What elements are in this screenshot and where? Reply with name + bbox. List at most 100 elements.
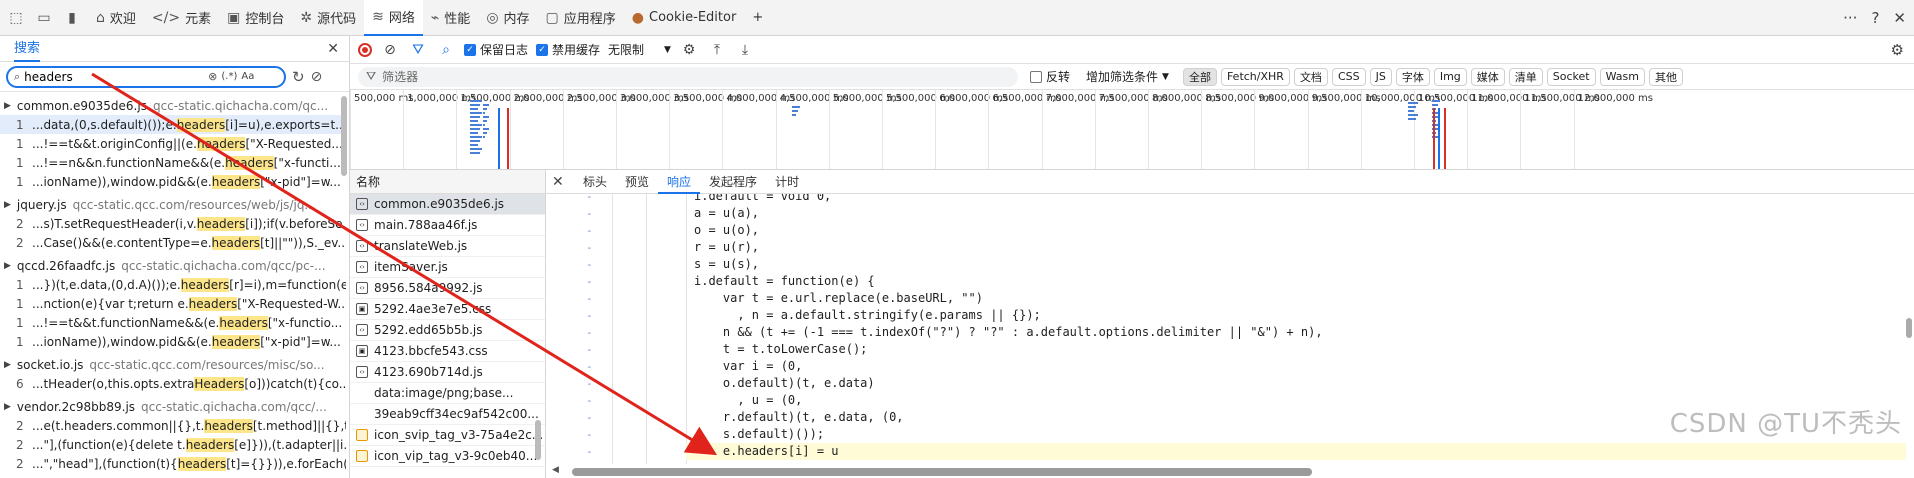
tab-code[interactable]: </> 元素 <box>144 0 219 36</box>
clear-results-icon[interactable]: ⊘ <box>311 69 323 85</box>
details-tab[interactable]: 发起程序 <box>700 170 766 194</box>
request-row[interactable]: ‹› itemSaver.js <box>350 257 545 278</box>
more-filters-dropdown[interactable]: 增加筛选条件 ▼ <box>1086 68 1169 85</box>
clear-log-icon[interactable]: ⊘ <box>380 42 400 58</box>
result-row[interactable]: 2 ..."],(function(e){delete t.headers[e]}… <box>0 435 346 454</box>
request-row[interactable]: ‹› main.788aa46f.js <box>350 215 545 236</box>
record-button[interactable] <box>358 42 372 57</box>
request-row[interactable]: icon_vip_tag_v3-9c0eb40... <box>350 446 545 467</box>
more-icon[interactable]: ··· <box>1843 9 1857 27</box>
disable-cache-checkbox[interactable]: ✓ 禁用缓存 <box>536 41 600 58</box>
code-horizontal-scrollbar[interactable]: ◀ <box>552 464 1914 478</box>
expand-triangle-icon[interactable]: ▶ <box>4 261 11 271</box>
network-conditions-icon[interactable]: ⚙ <box>679 42 699 58</box>
request-row[interactable]: ‹› translateWeb.js <box>350 236 545 257</box>
details-tab[interactable]: 标头 <box>574 170 616 194</box>
tab-wifi[interactable]: ≋ 网络 <box>364 0 423 36</box>
code-vertical-scrollbar[interactable] <box>1906 318 1912 338</box>
clear-search-icon[interactable]: ⊗ <box>208 70 217 83</box>
result-row[interactable]: 1 ...!==t&&t.functionName&&(e.headers["x-… <box>0 313 346 332</box>
tab-memory[interactable]: ◎ 内存 <box>478 0 537 36</box>
request-row[interactable]: ‹› 8956.584a9992.js <box>350 278 545 299</box>
result-file-header[interactable]: ▶ vendor.2c98bb89.js qcc-static.qichacha.c… <box>0 397 346 416</box>
result-file-header[interactable]: ▶ qccd.26faadfc.js qcc-static.qichacha.com… <box>0 256 346 275</box>
result-row[interactable]: 1 ...ionName)),window.pid&&(e.headers["x-… <box>0 332 346 351</box>
case-toggle[interactable]: Aa <box>241 71 254 82</box>
request-list-scrollbar[interactable] <box>535 420 541 460</box>
filter-chip[interactable]: Wasm <box>1599 67 1645 86</box>
result-row[interactable]: 2 ...s)T.setRequestHeader(i,v.headers[i])… <box>0 214 346 233</box>
result-file-header[interactable]: ▶ jquery.js qcc-static.qcc.com/resources/w… <box>0 195 346 214</box>
filter-chip[interactable]: 媒体 <box>1470 67 1505 86</box>
refresh-icon[interactable]: ↻ <box>292 68 305 86</box>
result-file-header[interactable]: ▶ common.e9035de6.js qcc-static.qichacha.c… <box>0 96 346 115</box>
details-tab[interactable]: 响应 <box>658 169 701 194</box>
filter-chip[interactable]: 清单 <box>1508 67 1543 86</box>
expand-triangle-icon[interactable]: ▶ <box>4 402 11 412</box>
filter-input[interactable]: ⛛ 筛选器 <box>358 66 1018 87</box>
close-details-icon[interactable]: ✕ <box>552 174 574 190</box>
search-panel-title[interactable]: 搜索 <box>14 36 41 62</box>
request-row[interactable]: icon_svip_tag_v3-75a4e2c... <box>350 425 545 446</box>
result-row[interactable]: 2 ...","head"],(function(t){headers[t]={}… <box>0 454 346 473</box>
scroll-left-icon[interactable]: ◀ <box>552 465 559 475</box>
search-results-scrollbar[interactable] <box>341 96 347 176</box>
expand-triangle-icon[interactable]: ▶ <box>4 101 11 111</box>
preserve-log-checkbox[interactable]: ✓ 保留日志 <box>464 41 528 58</box>
add-tab-button[interactable]: + <box>744 0 771 36</box>
close-search-icon[interactable]: ✕ <box>327 41 339 57</box>
filter-chip[interactable]: JS <box>1369 67 1392 86</box>
settings-gear-icon[interactable]: ⚙ <box>1891 41 1904 59</box>
filter-chip[interactable]: CSS <box>1331 67 1366 86</box>
expand-triangle-icon[interactable]: ▶ <box>4 360 11 370</box>
tab-application[interactable]: ▢ 应用程序 <box>538 0 624 36</box>
tab-home[interactable]: ⌂ 欢迎 <box>88 0 144 36</box>
invert-checkbox[interactable]: 反转 <box>1030 68 1070 85</box>
import-har-icon[interactable]: ⤒ <box>707 42 727 58</box>
result-row[interactable]: 1 ...})(t,e.data,(0,d.A)());e.headers[r]=… <box>0 275 346 294</box>
expand-triangle-icon[interactable]: ▶ <box>4 200 11 210</box>
filter-chip[interactable]: 字体 <box>1395 67 1430 86</box>
name-column-header[interactable]: 名称 <box>350 170 545 194</box>
result-row[interactable]: 1 ...data,(0,s.default)());e.headers[i]=u… <box>0 115 346 134</box>
filter-chip[interactable]: 其他 <box>1648 67 1683 86</box>
disable-cache-check[interactable]: ✓ <box>536 43 549 56</box>
result-row[interactable]: 1 ...nction(e){var t;return e.headers["X-… <box>0 294 346 313</box>
result-row[interactable]: 2 ...Case()&&(e.contentType=e.headers[t]|… <box>0 233 346 252</box>
filter-chip[interactable]: 文档 <box>1293 67 1328 86</box>
result-file-header[interactable]: ▶ socket.io.js qcc-static.qcc.com/resource… <box>0 355 346 374</box>
result-row[interactable]: 1 ...ionName)),window.pid&&(e.headers["x-… <box>0 172 346 191</box>
request-row[interactable]: ▣ 4123.bbcfe543.css <box>350 341 545 362</box>
tab-performance[interactable]: ⌁ 性能 <box>423 0 478 36</box>
regex-toggle[interactable]: (.*) <box>221 71 237 82</box>
filter-chip[interactable]: 全部 <box>1182 67 1217 86</box>
dock-side-icon[interactable]: ▮ <box>60 6 84 30</box>
request-row[interactable]: ▣ 5292.4ae3e7e5.css <box>350 299 545 320</box>
tab-console[interactable]: ▣ 控制台 <box>219 0 292 36</box>
filter-chip[interactable]: Img <box>1433 67 1467 86</box>
result-row[interactable]: 1 ...!==n&&n.functionName&&(e.headers["x-… <box>0 153 346 172</box>
search-box[interactable]: ⌕ ⊗ (.*) Aa <box>6 65 286 88</box>
details-tab[interactable]: 预览 <box>616 170 658 194</box>
result-row[interactable]: 6 ...tHeader(o,this.opts.extraHeaders[o])… <box>0 374 346 393</box>
tab-cookie[interactable]: ● Cookie-Editor <box>624 0 745 36</box>
tab-bug[interactable]: ✲ 源代码 <box>292 0 364 36</box>
throttle-select[interactable]: 无限制 ▼ <box>608 41 671 58</box>
request-row[interactable]: ‹› 4123.690b714d.js <box>350 362 545 383</box>
inspect-icon[interactable]: ⬚ <box>4 6 28 30</box>
preserve-log-check[interactable]: ✓ <box>464 43 476 56</box>
result-row[interactable]: 2 ...e(t.headers.common||{},t.headers[t.m… <box>0 416 346 435</box>
help-icon[interactable]: ? <box>1871 9 1879 27</box>
request-row[interactable]: 39eab9cff34ec9af542c00... <box>350 404 545 425</box>
close-icon[interactable]: ✕ <box>1893 9 1906 27</box>
search-network-icon[interactable]: ⌕ <box>436 42 456 58</box>
filter-chip[interactable]: Socket <box>1546 67 1596 86</box>
request-row[interactable]: data:image/png;base... <box>350 383 545 404</box>
request-row[interactable]: ‹› 5292.edd65b5b.js <box>350 320 545 341</box>
result-row[interactable]: 1 ...!==t&&t.originConfig||(e.headers["X-… <box>0 134 346 153</box>
filter-chip[interactable]: Fetch/XHR <box>1220 67 1290 86</box>
filter-toggle-icon[interactable]: ⛛ <box>408 42 428 58</box>
details-tab[interactable]: 计时 <box>766 170 808 194</box>
network-timeline-overview[interactable]: 500,000 ms 1,000,000 ms 1,500,000 ms 2,000,… <box>350 90 1914 170</box>
request-row[interactable]: ‹› common.e9035de6.js <box>350 194 545 215</box>
